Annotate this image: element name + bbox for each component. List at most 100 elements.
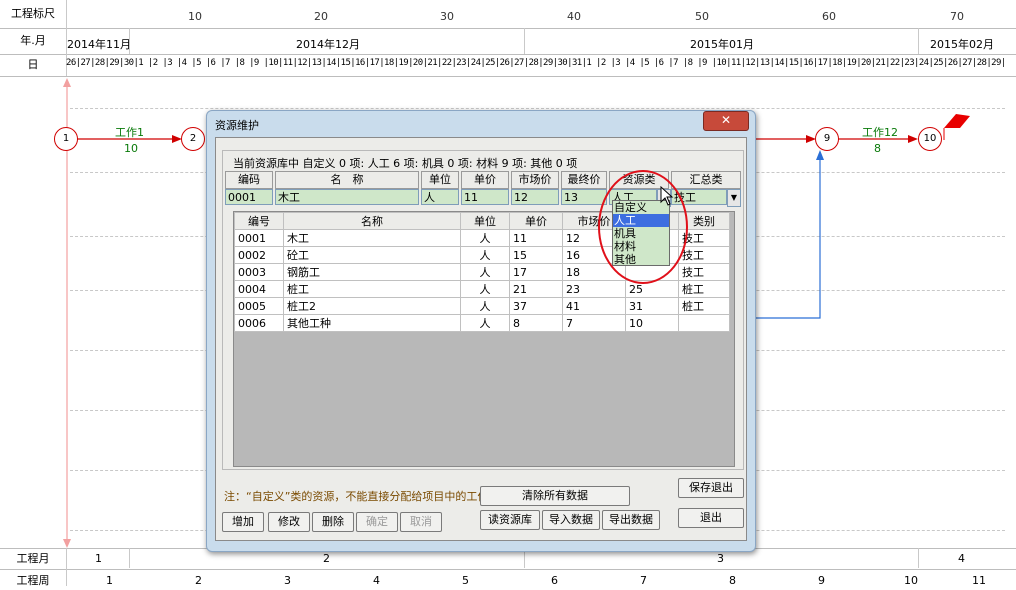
summary-type-dropdown-arrow[interactable]: ▼ (727, 189, 741, 207)
task-name[interactable]: 工作1 (115, 124, 144, 140)
cell[interactable]: 10 (625, 314, 679, 332)
price-input[interactable]: 11 (461, 189, 509, 205)
task-duration: 8 (874, 142, 881, 155)
project-week: 8 (729, 574, 736, 587)
bottom-divider (129, 548, 130, 568)
header-code: 编码 (225, 171, 273, 189)
cell[interactable]: 31 (625, 297, 679, 315)
edit-button[interactable]: 修改 (268, 512, 310, 532)
grid-header[interactable]: 名称 (283, 212, 461, 230)
dialog-title: 资源维护 (215, 119, 259, 132)
project-month: 4 (958, 552, 965, 565)
grid-header[interactable]: 编号 (234, 212, 284, 230)
cell[interactable]: 0003 (234, 263, 284, 281)
confirm-button[interactable]: 确定 (356, 512, 398, 532)
clear-all-button[interactable]: 清除所有数据 (480, 486, 630, 506)
cell[interactable]: 桩工 (678, 297, 730, 315)
cancel-button[interactable]: 取消 (400, 512, 442, 532)
header-unit: 单位 (421, 171, 459, 189)
project-month: 2 (323, 552, 330, 565)
cell[interactable]: 技工 (678, 263, 730, 281)
project-week: 9 (818, 574, 825, 587)
custom-type-note: 注：“自定义”类的资源，不能直接分配给项目中的工作。 (224, 490, 500, 503)
network-node[interactable]: 9 (815, 127, 839, 151)
cell[interactable]: 人 (460, 246, 510, 264)
network-node[interactable]: 10 (918, 127, 942, 151)
header-name: 名 称 (275, 171, 419, 189)
project-month: 1 (95, 552, 102, 565)
grid-header[interactable]: 单价 (509, 212, 563, 230)
save-exit-button[interactable]: 保存退出 (678, 478, 744, 498)
mouse-cursor-icon (660, 186, 674, 206)
unit-input[interactable]: 人 (421, 189, 459, 205)
grid-header[interactable]: 单位 (460, 212, 510, 230)
bottom-divider (66, 548, 67, 586)
cell[interactable]: 37 (509, 297, 563, 315)
cell[interactable]: 21 (509, 280, 563, 298)
header-final-price: 最终价 (561, 171, 607, 189)
exit-button[interactable]: 退出 (678, 508, 744, 528)
final-price-input[interactable]: 13 (561, 189, 607, 205)
cell[interactable] (678, 314, 730, 332)
cell[interactable]: 其他工种 (283, 314, 461, 332)
cell[interactable]: 41 (562, 297, 626, 315)
read-library-button[interactable]: 读资源库 (480, 510, 540, 530)
code-input[interactable]: 0001 (225, 189, 273, 205)
cell[interactable]: 人 (460, 314, 510, 332)
table-row[interactable]: 0004 桩工 人 21 23 25 桩工 (234, 280, 730, 298)
export-button[interactable]: 导出数据 (602, 510, 660, 530)
delete-button[interactable]: 删除 (312, 512, 354, 532)
import-button[interactable]: 导入数据 (542, 510, 600, 530)
cell[interactable]: 7 (562, 314, 626, 332)
bottom-divider (918, 548, 919, 568)
network-node[interactable]: 2 (181, 127, 205, 151)
market-price-input[interactable]: 12 (511, 189, 559, 205)
table-row[interactable]: 0005 桩工2 人 37 41 31 桩工 (234, 297, 730, 315)
cell[interactable]: 桩工2 (283, 297, 461, 315)
project-week: 1 (106, 574, 113, 587)
project-month-label: 工程月 (16, 552, 50, 565)
cell[interactable]: 人 (460, 280, 510, 298)
cell[interactable]: 15 (509, 246, 563, 264)
cell[interactable]: 0006 (234, 314, 284, 332)
cell[interactable]: 8 (509, 314, 563, 332)
resource-dialog: 资源维护 ✕ 当前资源库中 自定义 0 项: 人工 6 项: 机具 0 项: 材… (206, 110, 756, 552)
project-week: 4 (373, 574, 380, 587)
cell[interactable]: 桩工 (678, 280, 730, 298)
cell[interactable]: 砼工 (283, 246, 461, 264)
annotation-circle (598, 170, 688, 284)
project-week: 6 (551, 574, 558, 587)
header-market-price: 市场价 (511, 171, 559, 189)
task-name[interactable]: 工作12 (862, 124, 898, 140)
project-week: 7 (640, 574, 647, 587)
cell[interactable]: 木工 (283, 229, 461, 247)
project-week-label: 工程周 (16, 574, 50, 587)
cell[interactable]: 25 (625, 280, 679, 298)
cell[interactable]: 人 (460, 297, 510, 315)
project-week: 2 (195, 574, 202, 587)
table-row[interactable]: 0006 其他工种 人8 7 10 (234, 314, 730, 332)
cell[interactable]: 0004 (234, 280, 284, 298)
cell[interactable]: 11 (509, 229, 563, 247)
resource-summary: 当前资源库中 自定义 0 项: 人工 6 项: 机具 0 项: 材料 9 项: … (233, 155, 578, 171)
network-node[interactable]: 1 (54, 127, 78, 151)
cell[interactable]: 23 (562, 280, 626, 298)
project-month: 3 (717, 552, 724, 565)
name-input[interactable]: 木工 (275, 189, 419, 205)
header-summary-type: 汇总类 (671, 171, 741, 189)
cell[interactable]: 17 (509, 263, 563, 281)
header-price: 单价 (461, 171, 509, 189)
project-week: 10 (904, 574, 918, 587)
cell[interactable]: 钢筋工 (283, 263, 461, 281)
cell[interactable]: 人 (460, 263, 510, 281)
cell[interactable]: 人 (460, 229, 510, 247)
cell[interactable]: 0001 (234, 229, 284, 247)
project-week: 11 (972, 574, 986, 587)
cell[interactable]: 0005 (234, 297, 284, 315)
cell[interactable]: 0002 (234, 246, 284, 264)
project-week: 5 (462, 574, 469, 587)
add-button[interactable]: 增加 (222, 512, 264, 532)
cell[interactable]: 桩工 (283, 280, 461, 298)
close-button[interactable]: ✕ (703, 111, 749, 131)
cell[interactable]: 技工 (678, 246, 730, 264)
